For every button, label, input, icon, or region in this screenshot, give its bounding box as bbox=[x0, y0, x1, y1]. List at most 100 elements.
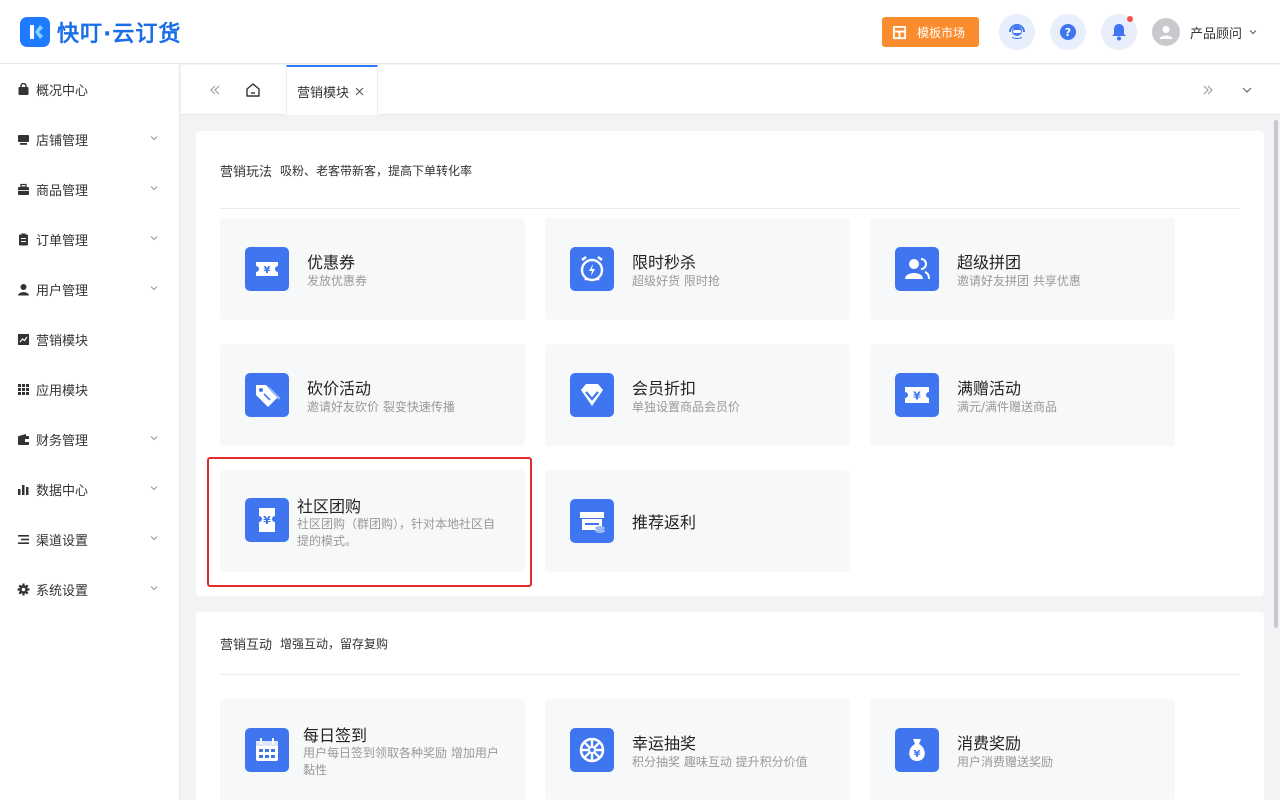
user-icon bbox=[17, 283, 30, 296]
notification-button[interactable] bbox=[1100, 14, 1137, 50]
gift-ticket-icon: ¥ bbox=[895, 373, 939, 417]
chevron-down-icon bbox=[1242, 87, 1252, 93]
svg-text:¥: ¥ bbox=[264, 265, 271, 276]
tile-title: 砍价活动 bbox=[307, 379, 372, 398]
tab-scroll-left-button[interactable] bbox=[201, 65, 229, 115]
tile-title: 限时秒杀 bbox=[632, 253, 697, 272]
tile-desc: 用户每日签到领取各种奖励 增加用户黏性 bbox=[303, 746, 499, 777]
tile-group-buy[interactable]: 超级拼团 邀请好友拼团 共享优惠 bbox=[870, 218, 1175, 320]
sidebar-item-marketing[interactable]: 营销模块 bbox=[0, 314, 179, 364]
tile-coupon[interactable]: ¥ 优惠券 发放优惠券 bbox=[220, 218, 525, 320]
trend-chart-icon bbox=[17, 333, 30, 346]
tile-daily-checkin[interactable]: 每日签到 用户每日签到领取各种奖励 增加用户黏性 bbox=[220, 699, 525, 800]
sidebar-item-label: 财务管理 bbox=[36, 433, 89, 449]
bag-icon bbox=[17, 82, 30, 96]
tile-desc: 用户消费赠送奖励 bbox=[957, 755, 1054, 769]
tile-title: 满赠活动 bbox=[957, 379, 1022, 398]
shop-coins-icon bbox=[570, 499, 614, 543]
tile-desc: 积分抽奖 趣味互动 提升积分价值 bbox=[632, 755, 808, 769]
brand-logo[interactable]: 快叮·云订货 bbox=[20, 16, 181, 48]
tile-title: 优惠券 bbox=[307, 253, 356, 272]
section-title: 营销互动 bbox=[220, 638, 273, 653]
help-button[interactable]: ? bbox=[1049, 14, 1086, 50]
double-chevron-right-icon bbox=[1203, 85, 1213, 95]
divider bbox=[220, 208, 1240, 209]
coupon-icon: ¥ bbox=[245, 247, 289, 291]
headset-icon bbox=[1008, 24, 1025, 39]
chevron-down-icon bbox=[150, 586, 158, 591]
sidebar-item-products[interactable]: 商品管理 bbox=[0, 164, 179, 214]
template-market-label: 模板市场 bbox=[916, 25, 965, 40]
tile-title: 社区团购 bbox=[297, 497, 362, 516]
bar-chart-icon bbox=[17, 483, 30, 496]
sidebar-item-label: 系统设置 bbox=[36, 583, 89, 599]
svg-text:¥: ¥ bbox=[913, 390, 921, 403]
tile-spending-reward[interactable]: ¥ 消费奖励 用户消费赠送奖励 bbox=[870, 699, 1175, 800]
sidebar-item-overview[interactable]: 概况中心 bbox=[0, 64, 179, 114]
sidebar-item-finance[interactable]: 财务管理 bbox=[0, 414, 179, 464]
community-ticket-icon: ¥ bbox=[245, 498, 289, 542]
chevron-down-icon bbox=[150, 136, 158, 141]
svg-text:¥: ¥ bbox=[263, 514, 271, 527]
tab-bar: 营销模块 bbox=[181, 65, 1280, 115]
person-icon bbox=[1159, 26, 1173, 39]
tab-menu-button[interactable] bbox=[1233, 65, 1261, 115]
tile-desc: 邀请好友拼团 共享优惠 bbox=[957, 274, 1081, 288]
section-subtitle: 吸粉、老客带新客，提高下单转化率 bbox=[280, 163, 473, 178]
scrollbar-track[interactable] bbox=[1272, 116, 1280, 800]
chevron-down-icon bbox=[150, 286, 158, 291]
tile-title: 推荐返利 bbox=[632, 513, 697, 532]
section-title: 营销玩法 bbox=[220, 164, 273, 180]
bell-icon bbox=[1111, 24, 1126, 41]
sidebar-item-label: 概况中心 bbox=[36, 83, 89, 99]
home-tab-button[interactable] bbox=[239, 65, 267, 115]
scrollbar-thumb[interactable] bbox=[1274, 120, 1278, 628]
lucky-wheel-icon bbox=[570, 728, 614, 772]
avatar bbox=[1151, 18, 1180, 46]
sidebar-item-orders[interactable]: 订单管理 bbox=[0, 214, 179, 264]
tile-title: 幸运抽奖 bbox=[632, 734, 697, 753]
chevron-down-icon bbox=[150, 486, 158, 491]
template-market-button[interactable]: 模板市场 bbox=[881, 17, 979, 47]
sidebar-item-store[interactable]: 店铺管理 bbox=[0, 114, 179, 164]
tile-title: 超级拼团 bbox=[957, 253, 1022, 272]
sidebar-item-data[interactable]: 数据中心 bbox=[0, 464, 179, 514]
tile-desc: 社区团购（群团购），针对本地社区自提的模式。 bbox=[297, 517, 496, 548]
tab-marketing[interactable]: 营销模块 bbox=[286, 65, 378, 115]
help-icon: ? bbox=[1059, 24, 1076, 40]
clipboard-icon bbox=[17, 233, 30, 246]
sidebar-item-label: 用户管理 bbox=[36, 283, 89, 299]
sidebar-item-label: 商品管理 bbox=[36, 183, 89, 199]
tab-scroll-right-button[interactable] bbox=[1194, 65, 1222, 115]
diamond-icon bbox=[570, 373, 614, 417]
tile-community-group-buy[interactable]: ¥ 社区团购 社区团购（群团购），针对本地社区自提的模式。 bbox=[220, 470, 525, 572]
money-bag-icon: ¥ bbox=[895, 728, 939, 772]
tile-referral-rebate[interactable]: 推荐返利 bbox=[545, 470, 850, 572]
tile-desc: 单独设置商品会员价 bbox=[632, 400, 741, 414]
tile-desc: 满元/满件赠送商品 bbox=[957, 400, 1058, 414]
price-tag-icon bbox=[245, 373, 289, 417]
close-icon[interactable] bbox=[355, 87, 364, 96]
svg-text:?: ? bbox=[1065, 26, 1071, 39]
template-icon bbox=[892, 25, 907, 39]
tile-title: 消费奖励 bbox=[957, 734, 1022, 753]
tile-lucky-draw[interactable]: 幸运抽奖 积分抽奖 趣味互动 提升积分价值 bbox=[545, 699, 850, 800]
tile-gift-promo[interactable]: ¥ 满赠活动 满元/满件赠送商品 bbox=[870, 344, 1175, 446]
user-menu[interactable]: 产品顾问 bbox=[1151, 18, 1258, 46]
tab-label: 营销模块 bbox=[297, 85, 350, 101]
sidebar-item-apps[interactable]: 应用模块 bbox=[0, 364, 179, 414]
sidebar-item-channels[interactable]: 渠道设置 bbox=[0, 514, 179, 564]
tile-bargain[interactable]: 砍价活动 邀请好友砍价 裂变快速传播 bbox=[220, 344, 525, 446]
customer-service-button[interactable] bbox=[998, 14, 1035, 50]
group-users-icon bbox=[895, 247, 939, 291]
logo-k-icon bbox=[20, 16, 50, 47]
tile-member-discount[interactable]: 会员折扣 单独设置商品会员价 bbox=[545, 344, 850, 446]
list-icon bbox=[17, 533, 30, 546]
sidebar-item-label: 店铺管理 bbox=[36, 133, 89, 149]
calendar-icon bbox=[245, 728, 289, 772]
sidebar-nav: 概况中心 店铺管理 商品管理 订单管理 用户管理 营销模块 应用模块 财务管理 … bbox=[0, 64, 180, 800]
tile-title: 会员折扣 bbox=[632, 379, 697, 398]
tile-flash-sale[interactable]: 限时秒杀 超级好货 限时抢 bbox=[545, 218, 850, 320]
sidebar-item-users[interactable]: 用户管理 bbox=[0, 264, 179, 314]
sidebar-item-settings[interactable]: 系统设置 bbox=[0, 564, 179, 614]
